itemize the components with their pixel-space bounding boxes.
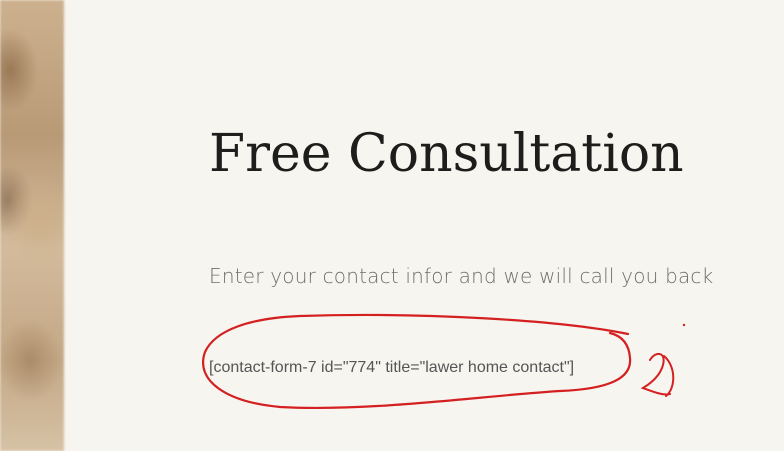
page-title: Free Consultation [209,124,684,184]
annotation-mark [640,352,675,397]
subtitle: Enter your contact infor and we will cal… [209,264,714,288]
annotation-dot [682,323,686,327]
side-photo [0,0,64,451]
contact-form-shortcode: [contact-form-7 id="774" title="lawer ho… [209,359,575,376]
red-annotation-overlay [202,313,686,410]
